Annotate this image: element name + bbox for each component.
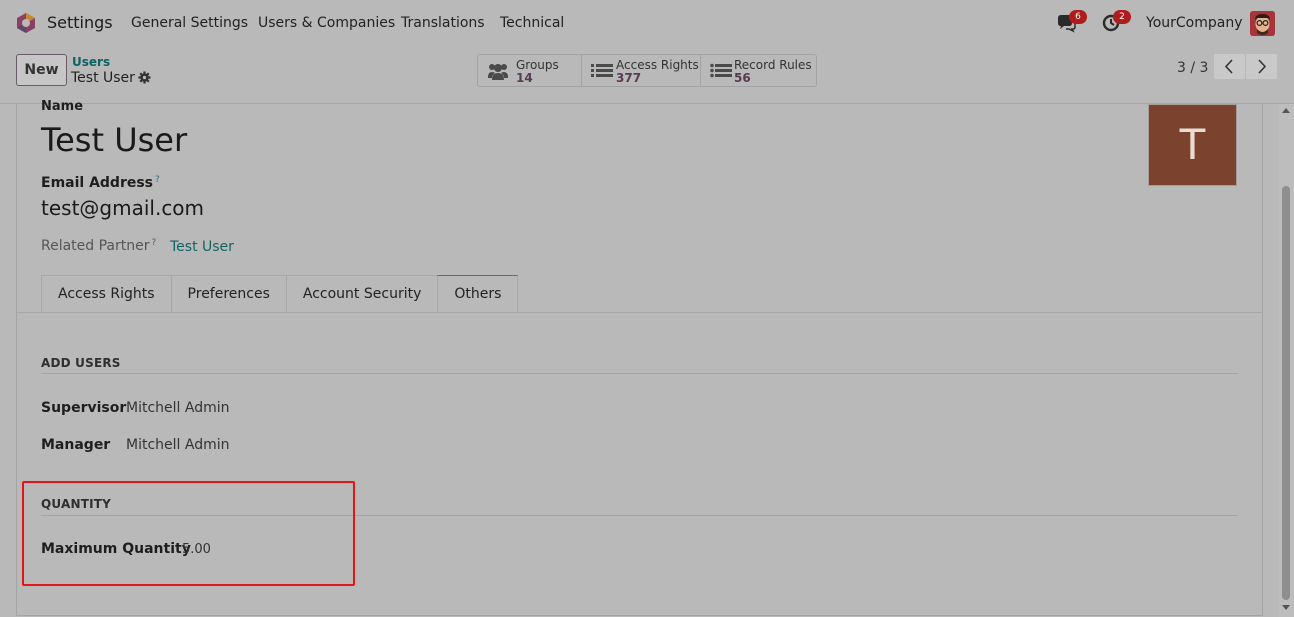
menu-technical[interactable]: Technical bbox=[500, 15, 564, 31]
control-panel: New Users Test User Groups 14 Access Rig… bbox=[0, 46, 1294, 104]
scrollbar-thumb[interactable] bbox=[1282, 186, 1290, 600]
chevron-right-icon bbox=[1258, 59, 1267, 74]
top-navbar: Settings General Settings Users & Compan… bbox=[0, 0, 1294, 46]
email-field[interactable]: test@gmail.com bbox=[41, 196, 204, 220]
groups-label: Groups bbox=[516, 58, 559, 72]
activities-badge: 2 bbox=[1113, 10, 1131, 24]
user-image[interactable]: T bbox=[1148, 104, 1237, 186]
menu-general-settings[interactable]: General Settings bbox=[131, 15, 248, 31]
chevron-left-icon bbox=[1224, 59, 1233, 74]
email-label: Email Address? bbox=[41, 175, 160, 191]
user-avatar[interactable] bbox=[1250, 11, 1275, 36]
menu-users-companies[interactable]: Users & Companies bbox=[258, 15, 395, 31]
name-field[interactable]: Test User bbox=[41, 121, 187, 159]
supervisor-label: Supervisor bbox=[41, 400, 127, 416]
groups-smart-button[interactable]: Groups 14 bbox=[478, 55, 582, 86]
supervisor-field[interactable]: Mitchell Admin bbox=[126, 400, 230, 416]
tab-account-security[interactable]: Account Security bbox=[285, 275, 438, 313]
user-avatar-icon bbox=[1250, 11, 1275, 36]
highlight-box bbox=[22, 481, 355, 586]
breadcrumb-current: Test User bbox=[71, 70, 135, 86]
related-partner-label-text: Related Partner bbox=[41, 238, 150, 254]
tabs-divider bbox=[17, 312, 1262, 313]
tab-preferences[interactable]: Preferences bbox=[170, 275, 286, 313]
manager-field[interactable]: Mitchell Admin bbox=[126, 437, 230, 453]
scroll-up-arrow-icon[interactable] bbox=[1282, 108, 1290, 113]
menu-translations[interactable]: Translations bbox=[401, 15, 485, 31]
users-icon bbox=[488, 64, 508, 80]
list-icon bbox=[591, 64, 613, 77]
app-logo-icon[interactable] bbox=[15, 12, 37, 34]
email-label-text: Email Address bbox=[41, 175, 154, 191]
pager-previous-button[interactable] bbox=[1214, 54, 1245, 79]
manager-label: Manager bbox=[41, 437, 111, 453]
groups-count: 14 bbox=[516, 71, 533, 85]
section-title-add-users: ADD USERS bbox=[41, 356, 121, 370]
name-label: Name bbox=[41, 99, 84, 114]
breadcrumb-users[interactable]: Users bbox=[72, 55, 110, 69]
company-switcher[interactable]: YourCompany bbox=[1146, 15, 1243, 31]
access-rights-label: Access Rights bbox=[616, 58, 699, 72]
section-divider bbox=[41, 373, 1238, 374]
smart-buttons: Groups 14 Access Rights 377 Record Rules… bbox=[477, 54, 817, 87]
scroll-down-arrow-icon[interactable] bbox=[1282, 605, 1290, 610]
related-partner-link[interactable]: Test User bbox=[170, 239, 234, 255]
app-title[interactable]: Settings bbox=[47, 13, 113, 32]
tab-others[interactable]: Others bbox=[437, 275, 519, 313]
record-rules-smart-button[interactable]: Record Rules 56 bbox=[701, 55, 816, 86]
access-rights-smart-button[interactable]: Access Rights 377 bbox=[582, 55, 701, 86]
record-rules-count: 56 bbox=[734, 71, 751, 85]
related-partner-help-tooltip[interactable]: ? bbox=[152, 238, 157, 248]
related-partner-label: Related Partner? bbox=[41, 238, 156, 254]
messages-badge: 6 bbox=[1069, 10, 1087, 24]
pager-value[interactable]: 3 / 3 bbox=[1177, 60, 1208, 76]
new-button[interactable]: New bbox=[16, 54, 67, 86]
pager-next-button[interactable] bbox=[1246, 54, 1277, 79]
record-rules-label: Record Rules bbox=[734, 58, 812, 72]
gear-icon[interactable] bbox=[138, 71, 151, 84]
list-icon bbox=[710, 63, 732, 78]
access-rights-count: 377 bbox=[616, 71, 642, 85]
notebook-tabs: Access Rights Preferences Account Securi… bbox=[41, 275, 519, 313]
tab-access-rights[interactable]: Access Rights bbox=[41, 275, 171, 313]
email-help-tooltip[interactable]: ? bbox=[155, 175, 160, 185]
